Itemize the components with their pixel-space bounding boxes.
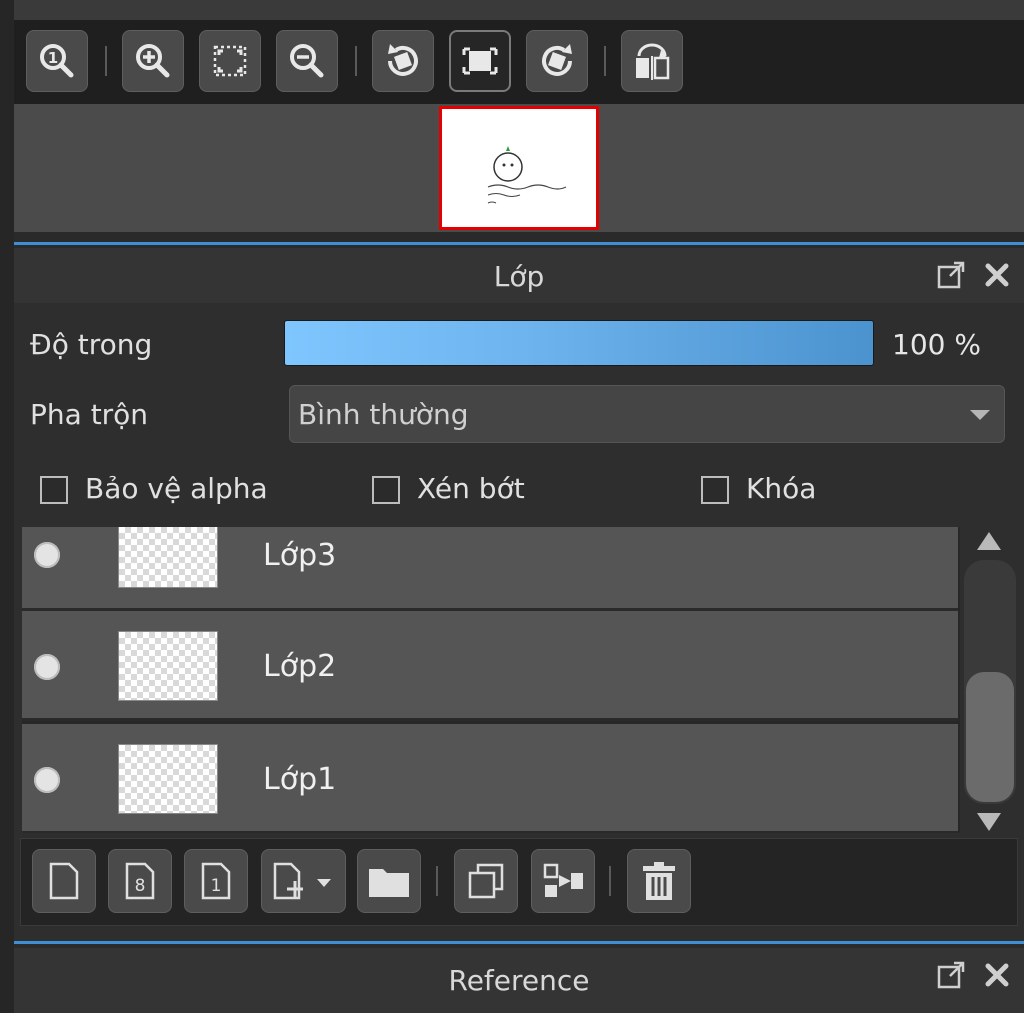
rotate-left-button[interactable] bbox=[372, 30, 434, 92]
undock-icon[interactable] bbox=[936, 960, 966, 990]
new-8bit-layer-icon: 8 bbox=[123, 861, 157, 901]
zoom-out-icon bbox=[287, 41, 327, 81]
flip-horizontal-icon bbox=[631, 40, 673, 82]
panel-divider bbox=[14, 941, 1024, 944]
layer-thumbnail bbox=[118, 744, 218, 814]
chevron-down-icon bbox=[970, 410, 990, 420]
clipping-checkbox[interactable] bbox=[372, 476, 400, 504]
panel-divider bbox=[14, 242, 1024, 245]
new-folder-button[interactable] bbox=[357, 849, 421, 913]
rotate-left-icon bbox=[382, 40, 424, 82]
layer-row[interactable]: Lớp2 bbox=[22, 611, 958, 721]
close-icon[interactable] bbox=[982, 960, 1012, 990]
layer-row[interactable]: Lớp1 bbox=[22, 724, 958, 833]
flip-horizontal-button[interactable] bbox=[621, 30, 683, 92]
visibility-icon[interactable] bbox=[34, 542, 60, 568]
zoom-out-button[interactable] bbox=[276, 30, 338, 92]
toolbar-separator bbox=[604, 46, 606, 76]
scroll-down-arrow-icon[interactable] bbox=[977, 813, 1001, 831]
reset-view-icon bbox=[460, 41, 500, 81]
svg-text:1: 1 bbox=[48, 49, 58, 67]
rotate-right-button[interactable] bbox=[526, 30, 588, 92]
layer-name: Lớp1 bbox=[263, 762, 337, 797]
reference-panel-title: Reference bbox=[448, 964, 590, 997]
zoom-in-button[interactable] bbox=[122, 30, 184, 92]
trash-icon bbox=[639, 860, 679, 902]
new-layer-button[interactable] bbox=[32, 849, 96, 913]
navigator-header bbox=[14, 0, 1024, 20]
toolbar-separator bbox=[609, 866, 611, 896]
layer-name: Lớp3 bbox=[263, 538, 337, 573]
visibility-icon[interactable] bbox=[34, 654, 60, 680]
toolbar-separator bbox=[436, 866, 438, 896]
new-1bit-layer-icon: 1 bbox=[199, 861, 233, 901]
add-layer-dropdown-icon bbox=[269, 861, 339, 901]
layer-panel-title: Lớp bbox=[493, 259, 545, 293]
visibility-icon[interactable] bbox=[34, 767, 60, 793]
lock-label: Khóa bbox=[746, 472, 817, 505]
reset-view-button[interactable] bbox=[449, 30, 511, 92]
reference-panel-header: Reference bbox=[14, 948, 1024, 1013]
actual-size-button[interactable]: 1 bbox=[26, 30, 88, 92]
new-8bit-layer-button[interactable]: 8 bbox=[108, 849, 172, 913]
fit-window-button[interactable] bbox=[199, 30, 261, 92]
undock-icon[interactable] bbox=[936, 260, 966, 290]
zoom-actual-icon: 1 bbox=[37, 41, 77, 81]
add-layer-dropdown-button[interactable] bbox=[261, 849, 346, 913]
layer-thumbnail bbox=[118, 631, 218, 701]
blend-label: Pha trộn bbox=[30, 398, 149, 431]
layer-row[interactable]: Lớp3 bbox=[22, 527, 958, 611]
folder-icon bbox=[367, 863, 411, 899]
layer-scrollbar-thumb[interactable] bbox=[966, 672, 1014, 802]
scroll-up-arrow-icon[interactable] bbox=[977, 532, 1001, 550]
dock-edge bbox=[0, 0, 14, 1013]
opacity-slider[interactable] bbox=[284, 320, 874, 366]
layer-name: Lớp2 bbox=[263, 649, 337, 684]
blend-mode-value: Bình thường bbox=[298, 398, 469, 431]
svg-text:8: 8 bbox=[135, 876, 146, 896]
new-1bit-layer-button[interactable]: 1 bbox=[184, 849, 248, 913]
clipping-label: Xén bớt bbox=[417, 472, 525, 505]
duplicate-layer-button[interactable] bbox=[454, 849, 518, 913]
merge-down-icon bbox=[541, 861, 585, 901]
new-layer-icon bbox=[47, 861, 81, 901]
opacity-value: 100 % bbox=[892, 328, 981, 361]
svg-text:1: 1 bbox=[211, 876, 222, 896]
close-icon[interactable] bbox=[982, 260, 1012, 290]
toolbar-separator bbox=[355, 46, 357, 76]
protect-alpha-checkbox[interactable] bbox=[40, 476, 68, 504]
rotate-right-icon bbox=[536, 40, 578, 82]
delete-layer-button[interactable] bbox=[627, 849, 691, 913]
blend-mode-select[interactable]: Bình thường bbox=[289, 385, 1005, 443]
opacity-label: Độ trong bbox=[30, 328, 153, 361]
merge-down-button[interactable] bbox=[531, 849, 595, 913]
zoom-in-icon bbox=[133, 41, 173, 81]
navigator-footer bbox=[14, 232, 1024, 242]
duplicate-icon bbox=[466, 861, 506, 901]
toolbar-separator bbox=[105, 46, 107, 76]
protect-alpha-label: Bảo vệ alpha bbox=[85, 472, 268, 505]
layer-list: Lớp3 Lớp2 Lớp1 bbox=[22, 527, 960, 833]
layer-thumbnail bbox=[118, 527, 218, 588]
canvas-thumbnail[interactable] bbox=[439, 106, 599, 230]
lock-checkbox[interactable] bbox=[701, 476, 729, 504]
fit-window-icon bbox=[210, 41, 250, 81]
layer-panel-header: Lớp bbox=[14, 248, 1024, 304]
